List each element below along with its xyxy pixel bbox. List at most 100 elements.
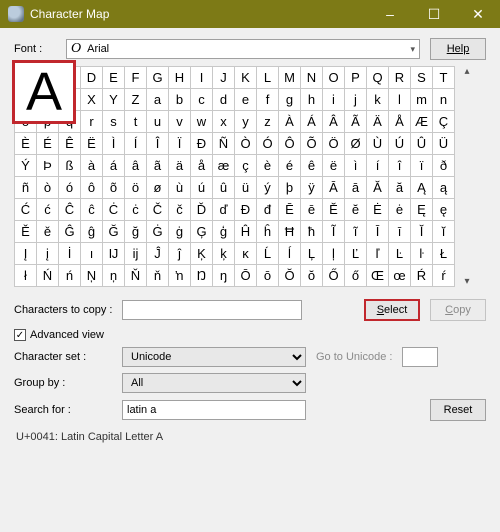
- char-cell[interactable]: Ą: [411, 177, 433, 199]
- char-cell[interactable]: æ: [213, 155, 235, 177]
- char-cell[interactable]: ö: [125, 177, 147, 199]
- select-button[interactable]: Select: [364, 299, 420, 321]
- char-cell[interactable]: ð: [433, 155, 455, 177]
- char-cell[interactable]: Ĺ: [257, 243, 279, 265]
- char-cell[interactable]: s: [103, 111, 125, 133]
- char-cell[interactable]: Ø: [345, 133, 367, 155]
- char-cell[interactable]: ī: [389, 221, 411, 243]
- char-cell[interactable]: Ă: [367, 177, 389, 199]
- char-cell[interactable]: x: [213, 111, 235, 133]
- char-cell[interactable]: ċ: [125, 199, 147, 221]
- help-button[interactable]: Help: [430, 38, 486, 60]
- char-cell[interactable]: ú: [191, 177, 213, 199]
- char-cell[interactable]: H: [169, 67, 191, 89]
- char-cell[interactable]: c: [191, 89, 213, 111]
- char-cell[interactable]: Ď: [191, 199, 213, 221]
- char-cell[interactable]: Ë: [81, 133, 103, 155]
- char-cell[interactable]: Ä: [367, 111, 389, 133]
- char-cell[interactable]: Ĩ: [323, 221, 345, 243]
- char-cell[interactable]: ń: [59, 265, 81, 287]
- char-cell[interactable]: œ: [389, 265, 411, 287]
- char-cell[interactable]: ĉ: [81, 199, 103, 221]
- char-cell[interactable]: Ù: [367, 133, 389, 155]
- char-cell[interactable]: ó: [59, 177, 81, 199]
- char-cell[interactable]: Î: [147, 133, 169, 155]
- char-cell[interactable]: w: [191, 111, 213, 133]
- char-cell[interactable]: Œ: [367, 265, 389, 287]
- char-cell[interactable]: Ň: [125, 265, 147, 287]
- char-cell[interactable]: ä: [169, 155, 191, 177]
- char-cell[interactable]: v: [169, 111, 191, 133]
- char-cell[interactable]: Z: [125, 89, 147, 111]
- char-cell[interactable]: ý: [257, 177, 279, 199]
- char-cell[interactable]: î: [389, 155, 411, 177]
- char-cell[interactable]: Ï: [169, 133, 191, 155]
- char-cell[interactable]: Ę: [411, 199, 433, 221]
- char-cell[interactable]: Ő: [323, 265, 345, 287]
- char-cell[interactable]: È: [15, 133, 37, 155]
- char-cell[interactable]: X: [81, 89, 103, 111]
- char-cell[interactable]: ü: [235, 177, 257, 199]
- char-cell[interactable]: ŋ: [213, 265, 235, 287]
- char-cell[interactable]: T: [433, 67, 455, 89]
- char-cell[interactable]: Ã: [345, 111, 367, 133]
- char-cell[interactable]: þ: [279, 177, 301, 199]
- char-cell[interactable]: Ĕ: [323, 199, 345, 221]
- char-cell[interactable]: ĸ: [235, 243, 257, 265]
- char-cell[interactable]: Ó: [257, 133, 279, 155]
- char-cell[interactable]: ò: [37, 177, 59, 199]
- char-cell[interactable]: r: [81, 111, 103, 133]
- char-cell[interactable]: Õ: [301, 133, 323, 155]
- char-cell[interactable]: Ŀ: [389, 243, 411, 265]
- char-cell[interactable]: Ô: [279, 133, 301, 155]
- char-cell[interactable]: Ā: [323, 177, 345, 199]
- char-cell[interactable]: ĕ: [345, 199, 367, 221]
- char-cell[interactable]: ķ: [213, 243, 235, 265]
- char-cell[interactable]: Ì: [103, 133, 125, 155]
- char-cell[interactable]: Ķ: [191, 243, 213, 265]
- char-cell[interactable]: J: [213, 67, 235, 89]
- char-cell[interactable]: į: [37, 243, 59, 265]
- char-cell[interactable]: ĵ: [169, 243, 191, 265]
- char-cell[interactable]: n: [433, 89, 455, 111]
- char-cell[interactable]: Å: [389, 111, 411, 133]
- char-cell[interactable]: ê: [301, 155, 323, 177]
- char-cell[interactable]: ĳ: [125, 243, 147, 265]
- char-cell[interactable]: f: [257, 89, 279, 111]
- char-cell[interactable]: Ī: [367, 221, 389, 243]
- char-cell[interactable]: Ō: [235, 265, 257, 287]
- char-cell[interactable]: Č: [147, 199, 169, 221]
- char-cell[interactable]: ă: [389, 177, 411, 199]
- scroll-up-icon[interactable]: ▴: [464, 66, 469, 77]
- char-cell[interactable]: ľ: [367, 243, 389, 265]
- char-cell[interactable]: Ú: [389, 133, 411, 155]
- char-cell[interactable]: á: [103, 155, 125, 177]
- char-cell[interactable]: G: [147, 67, 169, 89]
- maximize-button[interactable]: ☐: [412, 0, 456, 28]
- char-cell[interactable]: İ: [59, 243, 81, 265]
- char-cell[interactable]: Ġ: [147, 221, 169, 243]
- char-cell[interactable]: L: [257, 67, 279, 89]
- char-cell[interactable]: Đ: [235, 199, 257, 221]
- close-button[interactable]: ✕: [456, 0, 500, 28]
- char-cell[interactable]: í: [367, 155, 389, 177]
- char-cell[interactable]: ĥ: [257, 221, 279, 243]
- char-cell[interactable]: Á: [301, 111, 323, 133]
- char-cell[interactable]: F: [125, 67, 147, 89]
- char-cell[interactable]: Ö: [323, 133, 345, 155]
- char-cell[interactable]: l: [389, 89, 411, 111]
- char-cell[interactable]: ď: [213, 199, 235, 221]
- char-cell[interactable]: I: [191, 67, 213, 89]
- copy-button[interactable]: Copy: [430, 299, 486, 321]
- char-cell[interactable]: ñ: [15, 177, 37, 199]
- char-cell[interactable]: À: [279, 111, 301, 133]
- char-cell[interactable]: Ò: [235, 133, 257, 155]
- char-cell[interactable]: à: [81, 155, 103, 177]
- char-cell[interactable]: Ð: [191, 133, 213, 155]
- char-cell[interactable]: Ý: [15, 155, 37, 177]
- char-cell[interactable]: ē: [301, 199, 323, 221]
- char-cell[interactable]: a: [147, 89, 169, 111]
- char-cell[interactable]: ł: [15, 265, 37, 287]
- char-cell[interactable]: k: [367, 89, 389, 111]
- char-cell[interactable]: ň: [147, 265, 169, 287]
